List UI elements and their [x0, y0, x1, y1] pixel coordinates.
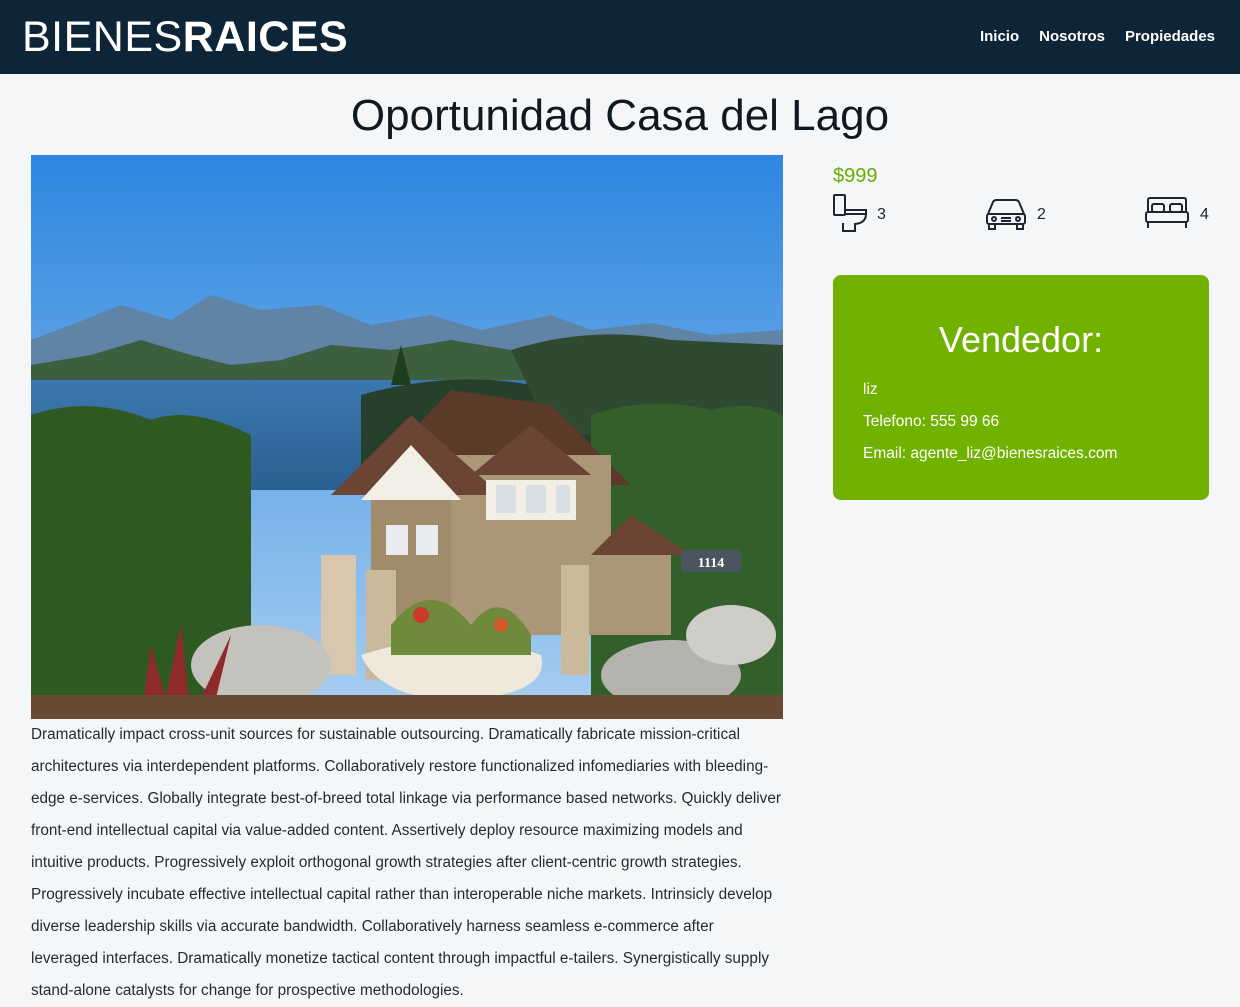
- seller-heading: Vendedor:: [938, 319, 1104, 360]
- property-features: 3 2 4: [833, 193, 1209, 238]
- bedrooms-count: 4: [1200, 206, 1209, 223]
- property-image: 1114: [31, 155, 783, 719]
- property-price: $999: [833, 165, 878, 187]
- logo[interactable]: BIENESRAICES: [22, 12, 348, 62]
- nav-link-inicio[interactable]: Inicio: [980, 26, 1019, 48]
- seller-phone: Telefono: 555 99 66: [863, 413, 1000, 430]
- nav-link-nosotros[interactable]: Nosotros: [1039, 26, 1105, 48]
- toilet-icon: [833, 193, 867, 238]
- nav-link-propiedades[interactable]: Propiedades: [1125, 26, 1215, 48]
- main-nav: Inicio Nosotros Propiedades: [980, 26, 1215, 48]
- feature-bathrooms: 3: [833, 193, 886, 238]
- feature-parking: 2: [985, 195, 1046, 235]
- house-number-sign: 1114: [698, 556, 724, 571]
- seller-name: liz: [863, 381, 878, 398]
- parking-count: 2: [1037, 206, 1046, 223]
- bathrooms-count: 3: [877, 206, 886, 223]
- page-title: Oportunidad Casa del Lago: [350, 91, 890, 140]
- seller-email[interactable]: Email: agente_liz@bienesraices.com: [863, 443, 1117, 465]
- logo-bold-text: RAICES: [182, 13, 349, 61]
- bed-icon: [1144, 196, 1190, 235]
- seller-card: Vendedor: liz Telefono: 555 99 66 Email:…: [833, 275, 1209, 500]
- property-description: Dramatically impact cross-unit sources f…: [31, 726, 781, 999]
- car-icon: [985, 196, 1027, 235]
- logo-light-text: BIENES: [22, 13, 183, 61]
- feature-bedrooms: 4: [1144, 195, 1209, 235]
- site-header: BIENESRAICES Inicio Nosotros Propiedades: [0, 0, 1240, 74]
